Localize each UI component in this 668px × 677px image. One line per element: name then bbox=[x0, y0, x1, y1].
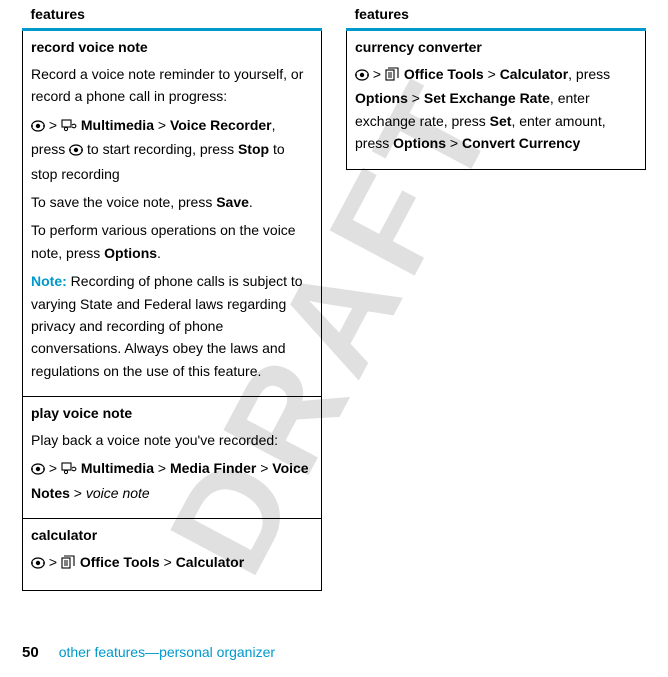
gt: > bbox=[154, 460, 170, 476]
cell-play-voice-note: play voice note Play back a voice note y… bbox=[23, 397, 322, 519]
left-column: features record voice note Record a voic… bbox=[22, 4, 322, 591]
text: , press bbox=[568, 66, 610, 82]
office-tools-label: Office Tools bbox=[404, 66, 484, 82]
stop-label: Stop bbox=[238, 141, 269, 157]
note-text: Recording of phone calls is subject to v… bbox=[31, 273, 303, 379]
gt: > bbox=[369, 66, 385, 82]
set-exchange-rate-label: Set Exchange Rate bbox=[424, 90, 550, 106]
gt: > bbox=[484, 66, 500, 82]
voice-recorder-label: Voice Recorder bbox=[170, 117, 272, 133]
office-tools-icon bbox=[385, 65, 400, 87]
text: To save the voice note, press bbox=[31, 194, 216, 210]
section-title: play voice note bbox=[31, 405, 313, 421]
gt: > bbox=[408, 90, 424, 106]
section-title: calculator bbox=[31, 527, 313, 543]
center-key-icon bbox=[31, 553, 45, 575]
cell-calculator: calculator > Office Tools > Calculator bbox=[23, 519, 322, 590]
convert-currency-label: Convert Currency bbox=[462, 135, 580, 151]
columns: features record voice note Record a voic… bbox=[22, 4, 646, 591]
center-key-icon bbox=[69, 140, 83, 162]
paragraph: To save the voice note, press Save. bbox=[31, 191, 313, 213]
options-label: Options bbox=[393, 135, 446, 151]
section-title: currency converter bbox=[355, 39, 637, 55]
gt: > bbox=[160, 554, 176, 570]
text: To perform various operations on the voi… bbox=[31, 222, 296, 260]
paragraph: Play back a voice note you've recorded: bbox=[31, 429, 313, 451]
gt: > bbox=[45, 117, 61, 133]
nav-path: > Multimedia > Voice Recorder, press to … bbox=[31, 114, 313, 185]
calculator-label: Calculator bbox=[176, 554, 244, 570]
voice-note-placeholder: voice note bbox=[86, 485, 150, 501]
nav-path: > Office Tools > Calculator, press Optio… bbox=[355, 63, 637, 155]
calculator-label: Calculator bbox=[500, 66, 568, 82]
text: . bbox=[157, 245, 161, 261]
gt: > bbox=[256, 460, 272, 476]
cell-currency-converter: currency converter > Office Tools > Calc… bbox=[347, 30, 646, 170]
paragraph: Record a voice note reminder to yourself… bbox=[31, 63, 313, 108]
gt: > bbox=[70, 485, 86, 501]
media-finder-label: Media Finder bbox=[170, 460, 256, 476]
multimedia-icon bbox=[61, 459, 77, 481]
features-table-right: features currency converter > Office Too… bbox=[346, 4, 646, 170]
table-header: features bbox=[347, 4, 646, 30]
gt: > bbox=[45, 460, 61, 476]
office-tools-icon bbox=[61, 553, 76, 575]
gt: > bbox=[45, 554, 61, 570]
cell-record-voice-note: record voice note Record a voice note re… bbox=[23, 30, 322, 397]
right-column: features currency converter > Office Too… bbox=[346, 4, 646, 591]
paragraph: To perform various operations on the voi… bbox=[31, 219, 313, 264]
options-label: Options bbox=[355, 90, 408, 106]
nav-path: > Multimedia > Media Finder > Voice Note… bbox=[31, 457, 313, 504]
save-label: Save bbox=[216, 194, 249, 210]
page-number: 50 bbox=[22, 644, 39, 661]
footer-section-title: other features—personal organizer bbox=[59, 644, 275, 660]
gt: > bbox=[446, 135, 462, 151]
center-key-icon bbox=[355, 65, 369, 87]
options-label: Options bbox=[104, 245, 157, 261]
text: . bbox=[249, 194, 253, 210]
nav-path: > Office Tools > Calculator bbox=[31, 551, 313, 575]
multimedia-label: Multimedia bbox=[81, 460, 154, 476]
gt: > bbox=[154, 117, 170, 133]
center-key-icon bbox=[31, 116, 45, 138]
note-label: Note: bbox=[31, 273, 67, 289]
features-table-left: features record voice note Record a voic… bbox=[22, 4, 322, 591]
text: to start recording, press bbox=[83, 141, 238, 157]
table-header: features bbox=[23, 4, 322, 30]
note-paragraph: Note: Recording of phone calls is subjec… bbox=[31, 270, 313, 382]
multimedia-label: Multimedia bbox=[81, 117, 154, 133]
center-key-icon bbox=[31, 459, 45, 481]
multimedia-icon bbox=[61, 116, 77, 138]
section-title: record voice note bbox=[31, 39, 313, 55]
page-footer: 50 other features—personal organizer bbox=[22, 644, 275, 661]
set-label: Set bbox=[490, 113, 512, 129]
office-tools-label: Office Tools bbox=[80, 554, 160, 570]
